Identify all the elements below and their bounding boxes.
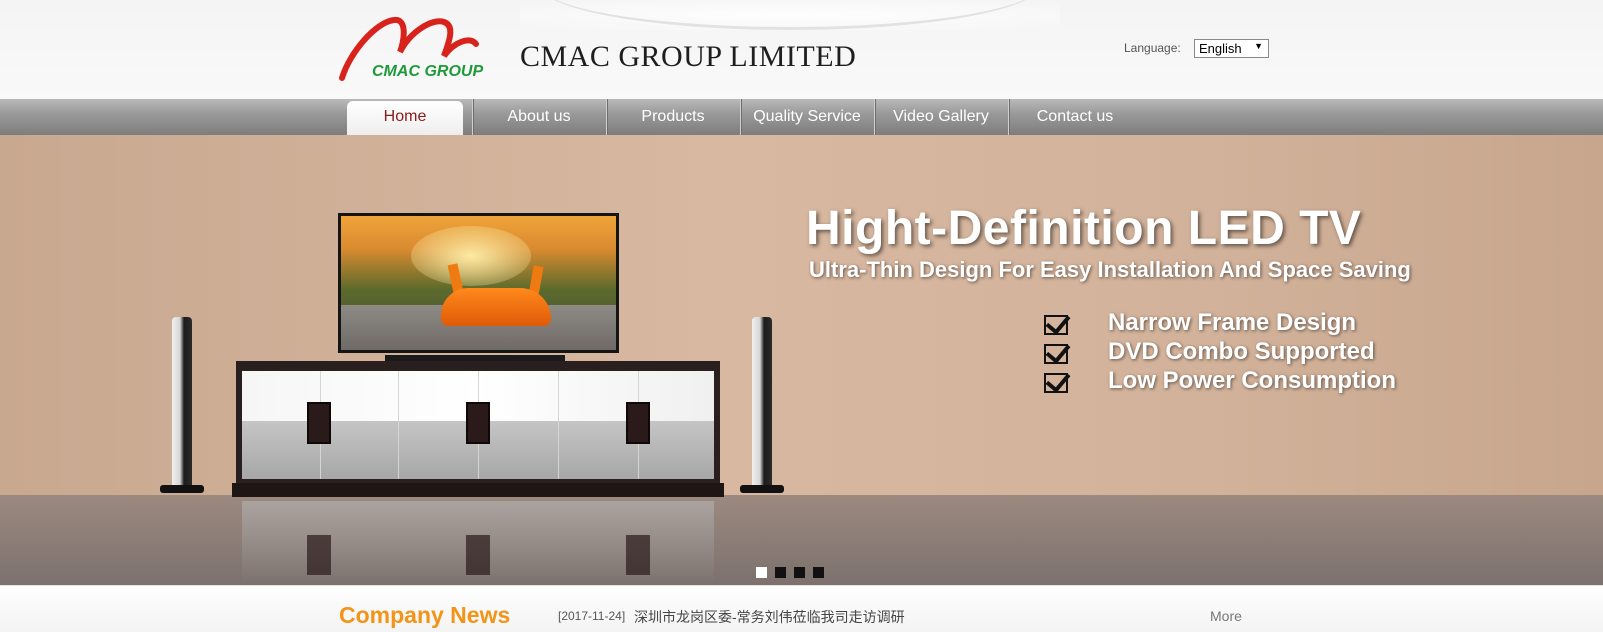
dropdown-arrow-icon: ▼ — [1254, 41, 1263, 51]
cabinet-divider — [558, 371, 559, 479]
tv-car-image — [441, 288, 551, 326]
nav-divider — [606, 99, 607, 135]
slide-dot-4[interactable] — [813, 567, 824, 578]
company-news-title: Company News — [339, 602, 511, 628]
slide-dot-1[interactable] — [756, 567, 767, 578]
left-speaker-image — [172, 317, 192, 493]
right-speaker-base — [740, 485, 784, 493]
cabinet-divider — [398, 371, 399, 479]
cabinet-base — [232, 483, 724, 497]
cmac-logo-icon: CMAC GROUP — [339, 17, 483, 81]
cabinet-handle — [626, 402, 650, 444]
feature-text: DVD Combo Supported — [1108, 338, 1375, 365]
feature-text: Low Power Consumption — [1108, 367, 1396, 394]
nav-divider — [472, 99, 473, 135]
nav-item-home[interactable]: Home — [347, 101, 463, 135]
left-speaker-base — [160, 485, 204, 493]
reflection-handle — [626, 535, 650, 575]
slide-dot-2[interactable] — [775, 567, 786, 578]
main-nav: Home About us Products Quality Service V… — [0, 99, 1603, 135]
banner-headline: Hight-Definition LED TV — [806, 202, 1362, 255]
reflection-handle — [466, 535, 490, 575]
nav-item-contact-us[interactable]: Contact us — [1010, 99, 1140, 135]
banner-subline: Ultra-Thin Design For Easy Installation … — [809, 257, 1411, 282]
slide-dot-3[interactable] — [794, 567, 805, 578]
tv-image — [338, 213, 619, 353]
news-more-link[interactable]: More — [1210, 608, 1242, 624]
news-headline-link[interactable]: 深圳市龙岗区委-常务刘伟莅临我司走访调研 — [634, 607, 905, 627]
language-select[interactable]: English ▼ — [1194, 39, 1269, 58]
feature-text: Narrow Frame Design — [1108, 309, 1357, 336]
tv-sunlight — [411, 226, 531, 286]
site-header: CMAC GROUP CMAC GROUP LIMITED Language: … — [0, 0, 1603, 99]
reflection-handle — [307, 535, 331, 575]
checkbox-icon — [1044, 373, 1068, 393]
cabinet-handle — [307, 402, 331, 444]
logo-text: CMAC GROUP — [372, 63, 483, 80]
nav-item-video-gallery[interactable]: Video Gallery — [876, 99, 1006, 135]
company-name: CMAC GROUP LIMITED — [520, 40, 857, 73]
nav-divider — [874, 99, 875, 135]
right-speaker-image — [752, 317, 772, 493]
company-news-bar: Company News [2017-11-24] 深圳市龙岗区委-常务刘伟莅临… — [0, 585, 1603, 632]
news-date: [2017-11-24] — [558, 609, 626, 623]
nav-item-quality-service[interactable]: Quality Service — [742, 99, 872, 135]
language-label: Language: — [1124, 41, 1181, 55]
hero-banner-slide[interactable]: Hight-Definition LED TV Ultra-Thin Desig… — [0, 135, 1603, 585]
nav-divider — [1008, 99, 1009, 135]
nav-item-about-us[interactable]: About us — [474, 99, 604, 135]
company-logo[interactable]: CMAC GROUP — [336, 12, 504, 84]
nav-item-products[interactable]: Products — [608, 99, 738, 135]
language-selected-value: English — [1199, 41, 1242, 56]
nav-divider — [740, 99, 741, 135]
cabinet-handle — [466, 402, 490, 444]
checkbox-icon — [1044, 344, 1068, 364]
checkbox-icon — [1044, 315, 1068, 335]
